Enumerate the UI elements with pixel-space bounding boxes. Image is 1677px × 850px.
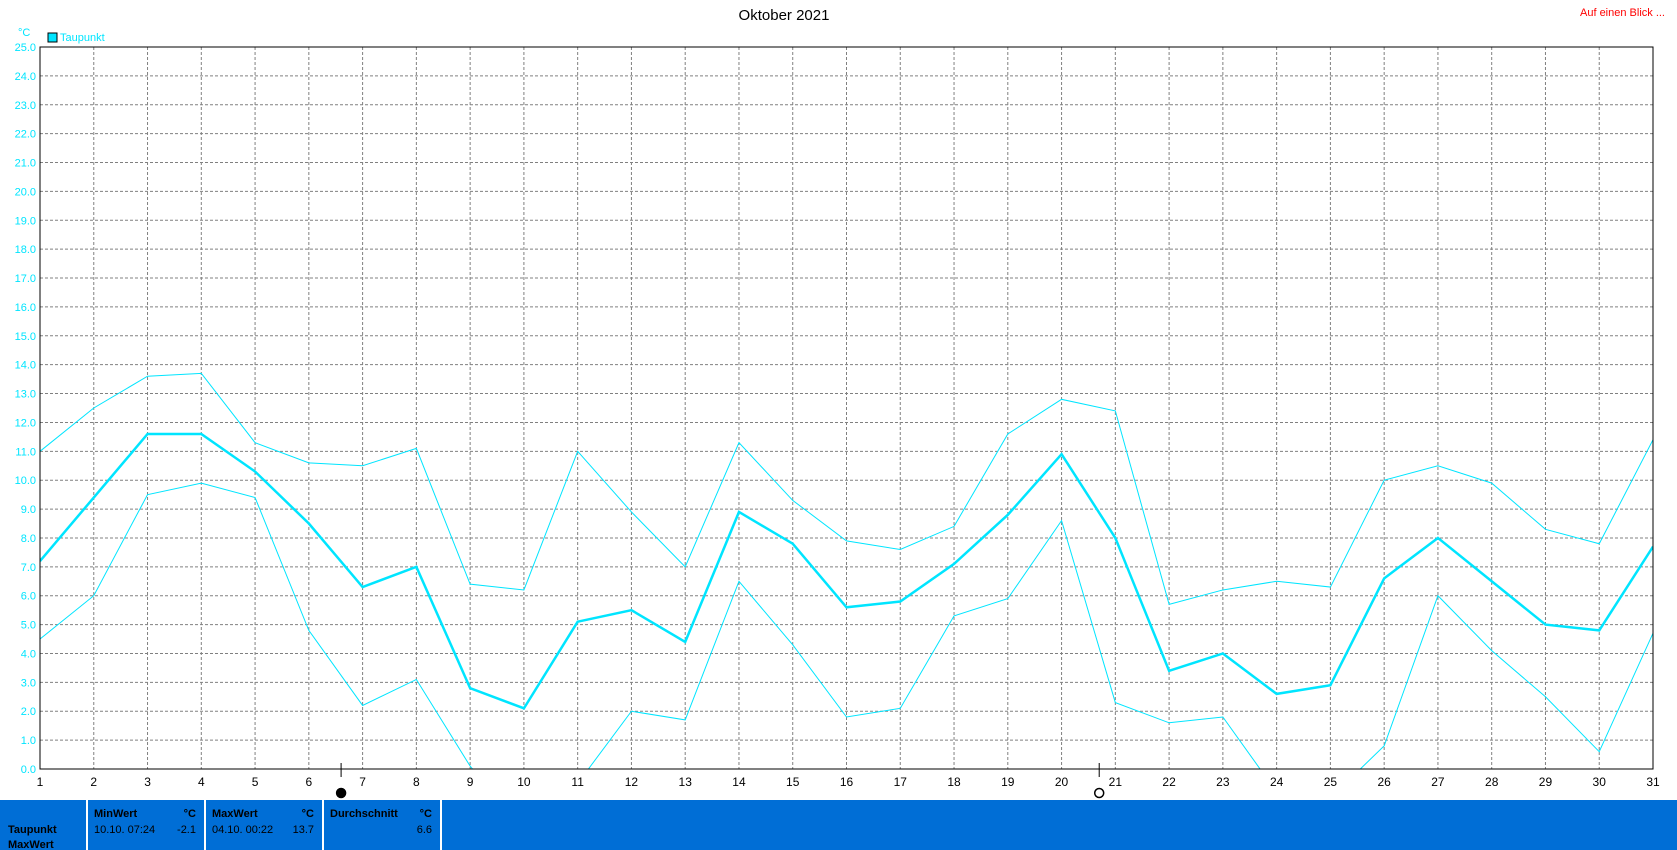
overview-link[interactable]: Auf einen Blick ... <box>1580 7 1665 19</box>
x-tick-label: 18 <box>947 775 961 789</box>
x-tick-label: 23 <box>1216 775 1230 789</box>
y-tick-label: 22.0 <box>15 129 36 141</box>
y-tick-label: 19.0 <box>15 215 36 227</box>
y-tick-label: 11.0 <box>15 446 36 458</box>
stats-min-value: -2.1 <box>177 824 196 836</box>
stats-min-when: 10.10. 07:24 <box>94 824 156 836</box>
x-tick-label: 9 <box>467 775 474 789</box>
x-tick-label: 17 <box>894 775 908 789</box>
y-tick-label: 12.0 <box>15 417 36 429</box>
y-tick-label: 18.0 <box>15 244 36 256</box>
x-axis-ticks: 1 2 3 4 5 6 7 8 9 10 11 12 13 14 15 16 17 18 19 20 21 22 23 24 2… <box>37 775 1660 789</box>
y-tick-label: 15.0 <box>15 331 36 343</box>
x-tick-label: 2 <box>90 775 97 789</box>
y-tick-label: 14.0 <box>15 360 36 372</box>
stats-avg-header: Durchschnitt <box>330 808 398 820</box>
x-tick-label: 29 <box>1539 775 1553 789</box>
stats-max-cell: MaxWert °C 04.10. 00:22 13.7 <box>206 800 324 850</box>
x-tick-label: 22 <box>1162 775 1176 789</box>
stats-min-unit: °C <box>183 808 196 820</box>
x-tick-label: 24 <box>1270 775 1284 789</box>
y-unit-label: °C <box>18 27 30 39</box>
y-tick-label: 9.0 <box>21 504 36 516</box>
stats-avg-value: 6.6 <box>416 824 432 836</box>
chart-title: Oktober 2021 <box>739 7 830 24</box>
legend-label: Taupunkt <box>60 32 105 44</box>
stats-min-cell: MinWert °C 10.10. 07:24 -2.1 <box>88 800 206 850</box>
x-tick-label: 14 <box>732 775 746 789</box>
chart-grid <box>39 46 1654 770</box>
x-tick-label: 20 <box>1055 775 1069 789</box>
y-tick-label: 1.0 <box>21 735 36 747</box>
x-tick-label: 13 <box>679 775 693 789</box>
x-tick-label: 11 <box>571 775 584 789</box>
stats-max-value: 13.7 <box>292 824 314 836</box>
stats-max-when: 04.10. 00:22 <box>212 824 274 836</box>
x-tick-label: 30 <box>1593 775 1607 789</box>
y-tick-label: 2.0 <box>21 706 36 718</box>
x-tick-label: 16 <box>840 775 854 789</box>
x-tick-label: 26 <box>1377 775 1391 789</box>
x-tick-label: 7 <box>359 775 366 789</box>
x-tick-label: 10 <box>517 775 531 789</box>
time-markers <box>335 763 1105 799</box>
y-axis-ticks: 0.0 1.0 2.0 3.0 4.0 5.0 6.0 7.0 8.0 9.0 10.0 11.0 12… <box>15 42 36 776</box>
y-tick-label: 21.0 <box>15 158 36 170</box>
stats-max-unit: °C <box>301 808 314 820</box>
y-tick-label: 23.0 <box>15 100 36 112</box>
x-tick-label: 31 <box>1646 775 1660 789</box>
x-tick-label: 19 <box>1001 775 1015 789</box>
stats-bar: Taupunkt MaxWert MinWert °C 10.10. 07:24… <box>0 800 1677 850</box>
x-tick-label: 5 <box>252 775 259 789</box>
x-tick-label: 3 <box>144 775 151 789</box>
dew-point-chart: Oktober 2021 Auf einen Blick ... °C Taup… <box>15 7 1665 799</box>
x-tick-label: 27 <box>1431 775 1445 789</box>
x-tick-label: 4 <box>198 775 205 789</box>
y-tick-label: 4.0 <box>21 648 36 660</box>
stats-avg-unit: °C <box>419 808 432 820</box>
y-tick-label: 24.0 <box>15 71 36 83</box>
x-tick-label: 12 <box>625 775 639 789</box>
x-tick-label: 8 <box>413 775 420 789</box>
x-tick-label: 6 <box>305 775 312 789</box>
y-tick-label: 5.0 <box>21 620 36 632</box>
x-tick-label: 1 <box>37 775 44 789</box>
stats-avg-cell: Durchschnitt °C 6.6 <box>324 800 442 850</box>
y-tick-label: 3.0 <box>21 677 36 689</box>
y-tick-label: 25.0 <box>15 42 36 54</box>
y-tick-label: 0.0 <box>21 764 36 776</box>
legend-swatch <box>47 32 58 43</box>
y-tick-label: 6.0 <box>21 591 36 603</box>
marker-filled <box>335 787 347 799</box>
x-tick-label: 15 <box>786 775 800 789</box>
x-tick-label: 21 <box>1109 775 1123 789</box>
stats-max-header: MaxWert <box>212 808 258 820</box>
y-tick-label: 16.0 <box>15 302 36 314</box>
stats-label-cell <box>0 800 88 850</box>
y-tick-label: 13.0 <box>15 389 36 401</box>
x-tick-label: 25 <box>1324 775 1338 789</box>
y-tick-label: 17.0 <box>15 273 36 285</box>
y-tick-label: 10.0 <box>15 475 36 487</box>
stats-min-header: MinWert <box>94 808 138 820</box>
x-tick-label: 28 <box>1485 775 1499 789</box>
y-tick-label: 8.0 <box>21 533 36 545</box>
marker-open <box>1093 787 1105 799</box>
y-tick-label: 20.0 <box>15 186 36 198</box>
y-tick-label: 7.0 <box>21 562 36 574</box>
